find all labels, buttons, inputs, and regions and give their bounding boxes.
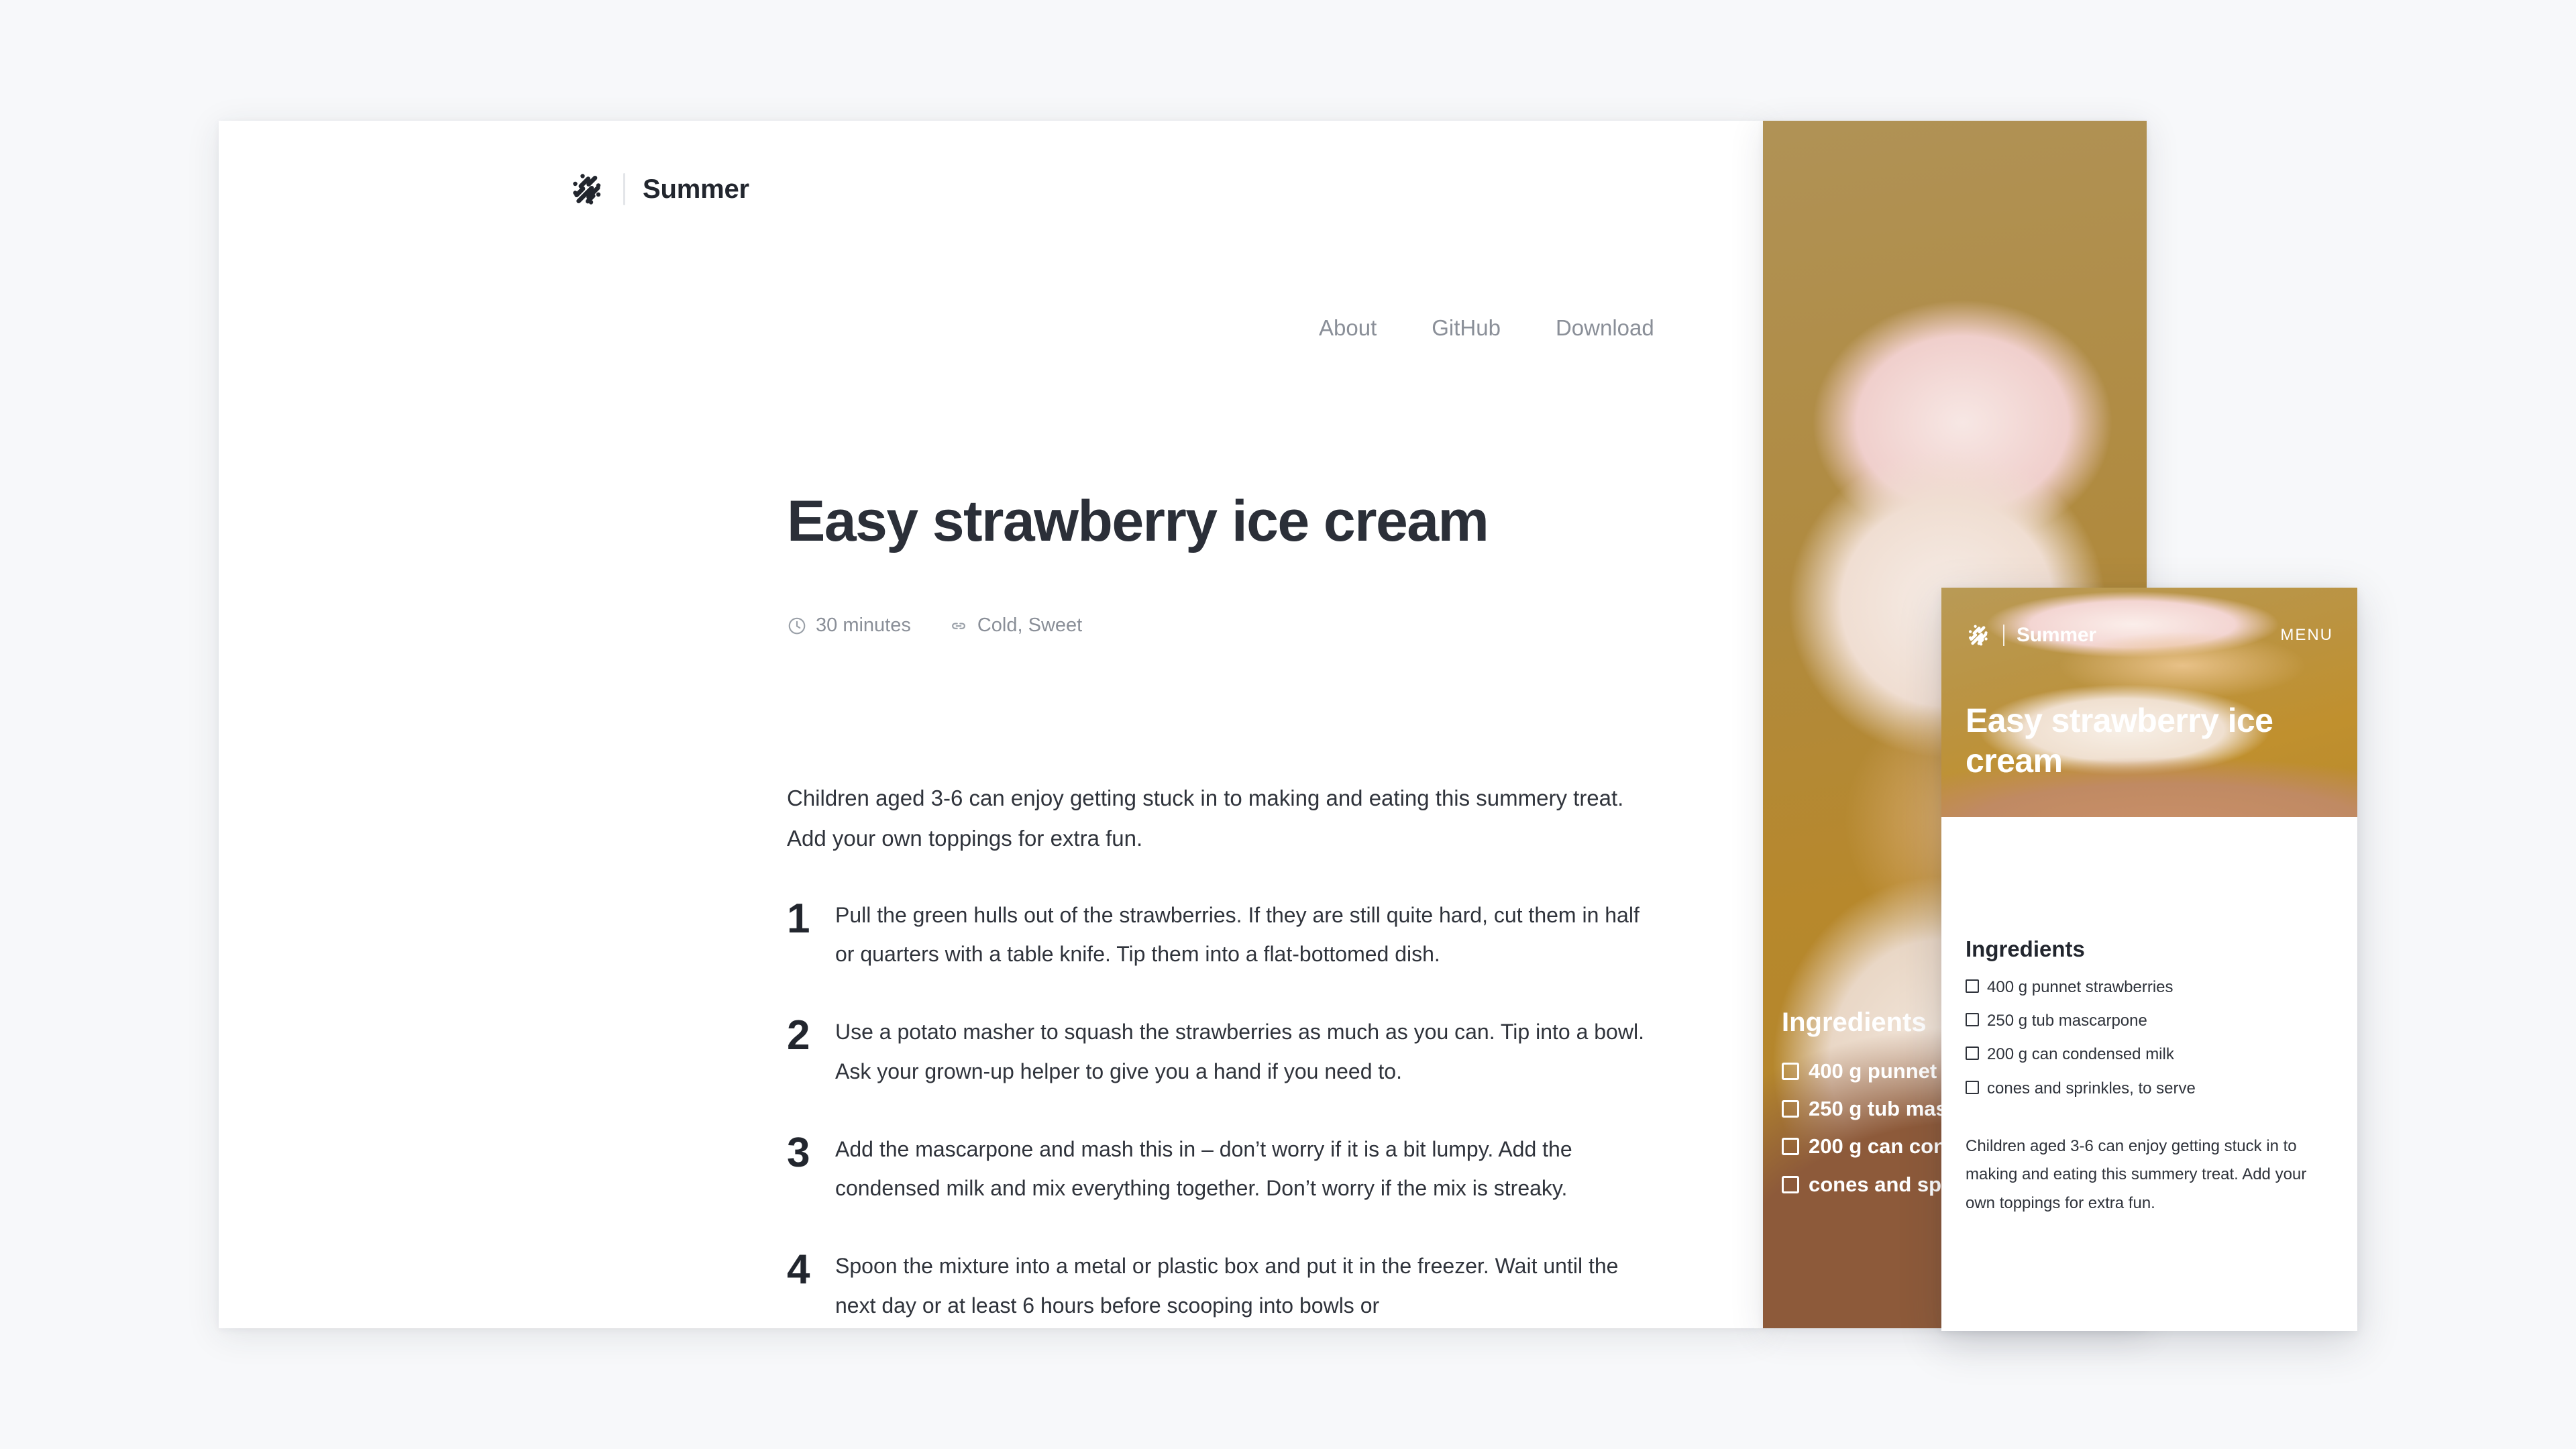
recipe-meta: 30 minutes Cold, Sweet [787,614,1082,637]
ingredients-list: 400 g punnet strawberries 250 g tub masc… [1966,977,2333,1099]
ingredient-label: cones and sprinkles, to serve [1987,1079,2196,1097]
checkbox-icon[interactable] [1782,1138,1799,1156]
brand-name: Summer [643,174,749,204]
recipe-tags-label: Cold, Sweet [977,614,1083,636]
checkbox-icon[interactable] [1966,1013,1979,1027]
mobile-menu-button[interactable]: MENU [2280,626,2333,645]
recipe-intro: Children aged 3-6 can enjoy getting stuc… [787,786,1624,851]
checkbox-icon[interactable] [1966,979,1979,993]
clock-icon [788,617,806,634]
step-text: Spoon the mixture into a metal or plasti… [835,1254,1619,1318]
recipe-step: 4 Spoon the mixture into a metal or plas… [787,1246,1659,1324]
page-title: Easy strawberry ice cream [787,489,1489,553]
main-nav: About GitHub Download [1319,315,1654,341]
ingredient-item[interactable]: cones and sprinkles, to serve [1966,1078,2333,1099]
recipe-time: 30 minutes [787,614,911,637]
brand-divider [623,173,625,205]
step-text: Pull the green hulls out of the strawber… [835,903,1640,967]
mobile-body: Ingredients 400 g punnet strawberries 25… [1966,936,2333,1218]
diagonal-dashes-circle-logo-icon [573,174,601,205]
step-number: 2 [787,1012,810,1059]
checkbox-icon[interactable] [1966,1046,1979,1061]
recipe-steps: 1 Pull the green hulls out of the strawb… [787,896,1659,1328]
desktop-preview-panel: Summer About GitHub Download Easy strawb… [219,121,1763,1328]
recipe-tags: Cold, Sweet [949,614,1082,637]
mobile-preview-panel: Summer MENU Easy strawberry ice cream 30… [1941,588,2357,1331]
step-number: 4 [787,1246,810,1293]
desktop-header: Summer About GitHub Download [219,121,1763,340]
step-text: Add the mascarpone and mash this in – do… [835,1136,1572,1201]
step-text: Use a potato masher to squash the strawb… [835,1020,1644,1083]
checkbox-icon[interactable] [1782,1100,1799,1118]
recipe-intro: Children aged 3-6 can enjoy getting stuc… [1966,1136,2307,1213]
ingredient-label: 250 g tub mascarpone [1987,1012,2147,1030]
page-title: Easy strawberry ice cream [1966,702,2273,780]
recipe-step: 1 Pull the green hulls out of the strawb… [787,896,1659,973]
step-number: 1 [787,896,810,942]
checkbox-icon[interactable] [1782,1063,1799,1080]
ingredient-item[interactable]: 200 g can condensed milk [1966,1044,2333,1065]
recipe-time-label: 30 minutes [816,614,911,636]
brand-lockup[interactable]: Summer [568,170,749,208]
checkbox-icon[interactable] [1782,1175,1799,1193]
ingredient-item[interactable]: 250 g tub mascarpone [1966,1010,2333,1031]
ingredient-item[interactable]: 400 g punnet strawberries [1966,977,2333,998]
mobile-header: Summer MENU [1966,623,2333,648]
nav-link-download[interactable]: Download [1556,315,1654,341]
brand-divider [2003,625,2004,646]
checkbox-icon[interactable] [1966,1080,1979,1094]
recipe-step: 2 Use a potato masher to squash the stra… [787,1012,1659,1090]
diagonal-dashes-circle-logo-icon [1968,625,1988,646]
link-icon [951,622,965,629]
ingredient-label: 200 g can condensed milk [1987,1045,2174,1064]
nav-link-about[interactable]: About [1319,315,1377,341]
ingredients-heading: Ingredients [1966,936,2085,961]
step-number: 3 [787,1129,810,1176]
screenshot-stage: Summer About GitHub Download Easy strawb… [0,0,2576,1449]
mobile-hero: Summer MENU Easy strawberry ice cream 30… [1941,588,2357,817]
ingredients-heading: Ingredients [1782,1008,1927,1037]
recipe-step: 3 Add the mascarpone and mash this in – … [787,1130,1659,1208]
nav-link-github[interactable]: GitHub [1432,315,1501,341]
brand-lockup[interactable]: Summer [1966,623,2096,648]
ingredient-label: 400 g punnet strawberries [1987,978,2174,996]
brand-name: Summer [2017,624,2096,646]
